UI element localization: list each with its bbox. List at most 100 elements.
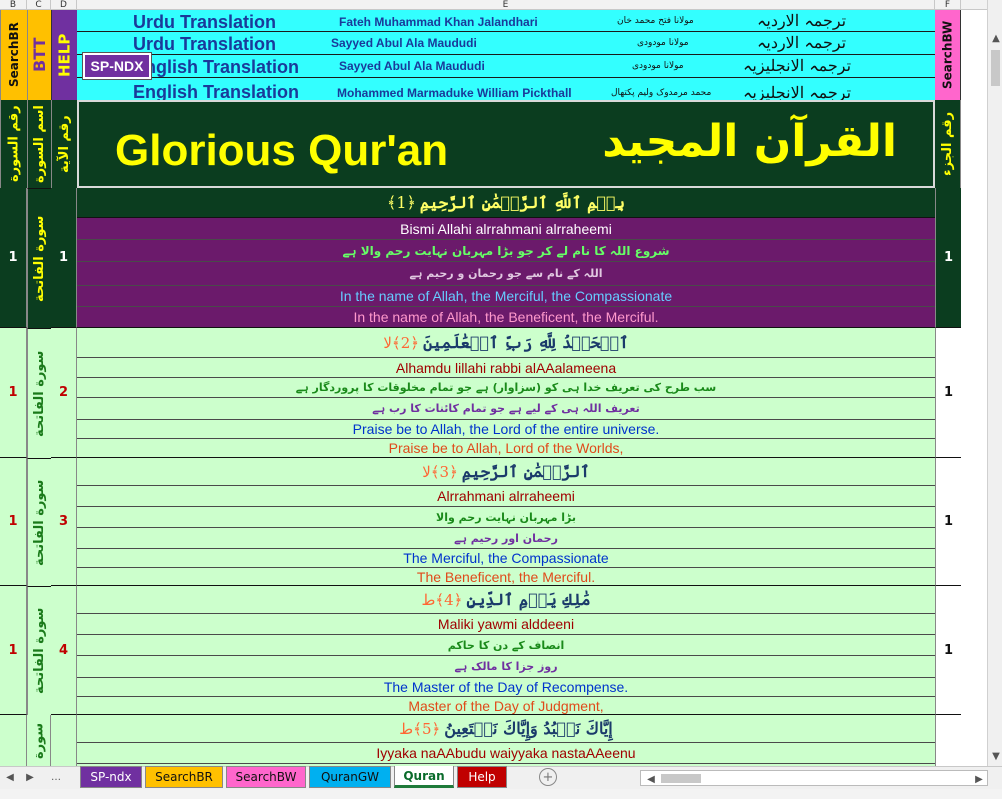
transliteration: Iyyaka naAAbudu waiyyaka nastaAAeenu <box>376 745 636 761</box>
ayah-number-cell[interactable]: 1 <box>51 188 77 328</box>
search-br-label[interactable]: SearchBR <box>0 10 27 100</box>
urdu-translation-2-row[interactable]: روز جزا کا مالک ہے <box>77 656 935 678</box>
hscroll-right-icon[interactable]: ▶ <box>971 771 987 787</box>
vertical-scrollbar[interactable]: ▲ ▼ <box>987 0 1002 766</box>
scroll-thumb[interactable] <box>991 50 1000 86</box>
header-lang-ar: ترجمہ الاردیہ <box>757 11 847 30</box>
tab-sp-ndx[interactable]: SP-ndx <box>80 766 142 788</box>
sp-ndx-button[interactable]: SP-NDX <box>83 53 151 79</box>
verse-block: ٱلرَّحۡمَٰنِ ٱلرَّحِيمِ ﴿3﴾لا Alrrahmani… <box>77 458 935 586</box>
header-translator-ur: محمد مرمدوک ولیم پکتھال <box>611 88 712 98</box>
transliteration-row[interactable]: Maliki yawmi alddeeni <box>77 614 935 635</box>
horizontal-scrollbar[interactable]: ◀ ▶ <box>640 770 988 786</box>
title-banner: Glorious Qur'an القرآن المجيد <box>77 100 935 188</box>
verse-block: بِسۡمِ ٱللَّهِ ٱلرَّحۡمَٰنِ ٱلرَّحِيمِ ﴿… <box>77 188 935 328</box>
arabic-verse: بِسۡمِ ٱللَّهِ ٱلرَّحۡمَٰنِ ٱلرَّحِيمِ <box>419 193 626 212</box>
tab-search-bw[interactable]: SearchBW <box>226 766 306 788</box>
tab-quran[interactable]: Quran <box>394 766 454 788</box>
juz-number-cell[interactable]: 1 <box>935 458 961 586</box>
english-translation-2-row[interactable]: Praise be to Allah, Lord of the Worlds, <box>77 439 935 457</box>
ayah-number-cell[interactable]: 3 <box>51 458 77 586</box>
english-translation-1: Praise be to Allah, the Lord of the enti… <box>352 421 660 437</box>
english-translation-2-row[interactable]: In the name of Allah, the Beneficent, th… <box>77 307 935 327</box>
column-header-f[interactable]: F <box>935 0 961 10</box>
english-translation-2-row[interactable]: The Beneficent, the Merciful. <box>77 568 935 585</box>
arabic-verse-row[interactable]: مَٰلِكِ يَوۡمِ ٱلدِّينِ ﴿4﴾ط <box>77 586 935 614</box>
surah-name-cell[interactable]: سورة <box>27 715 51 766</box>
urdu-translation-2-row[interactable]: تعریف اللہ ہی کے لیے ہے جو تمام کائنات ک… <box>77 398 935 420</box>
translation-header: Urdu Translation Fateh Muhammad Khan Jal… <box>77 10 935 100</box>
verse-block: مَٰلِكِ يَوۡمِ ٱلدِّينِ ﴿4﴾ط Maliki yawm… <box>77 586 935 715</box>
ayah-number-cell[interactable] <box>51 715 77 766</box>
header-lang-ar: ترجمہ الانجلیزیہ <box>743 56 852 75</box>
arabic-verse-row[interactable]: إِيَّاكَ نَعۡبُدُ وَإِيَّاكَ نَسۡتَعِينُ… <box>77 715 935 743</box>
urdu-translation-1: بڑا مہربان نہایت رحم والا <box>436 510 576 524</box>
urdu-translation-2-row[interactable]: اللہ کے نام سے جو رحمان و رحیم ہے <box>77 262 935 286</box>
ayah-number-cell[interactable]: 2 <box>51 328 77 458</box>
tab-search-br[interactable]: SearchBR <box>145 766 223 788</box>
header-translator-en: Sayyed Abul Ala Maududi <box>331 36 477 50</box>
surah-name-cell[interactable]: سورة الفاتحة <box>27 188 51 328</box>
hscroll-left-icon[interactable]: ◀ <box>643 771 659 787</box>
tab-quran-gw[interactable]: QuranGW <box>309 766 391 788</box>
surah-name-cell[interactable]: سورة الفاتحة <box>27 586 51 715</box>
arabic-verse: إِيَّاكَ نَعۡبُدُ وَإِيَّاكَ نَسۡتَعِينُ <box>444 719 613 738</box>
column-header-d[interactable]: D <box>51 0 77 10</box>
column-header-e[interactable]: E <box>77 0 935 10</box>
header-label: English Translation <box>133 82 300 100</box>
surah-name-partial: سورة <box>31 722 47 759</box>
surah-number-cell[interactable]: 1 <box>0 586 27 715</box>
transliteration-row[interactable]: Bismi Allahi alrrahmani alrraheemi <box>77 218 935 240</box>
btt-label[interactable]: BTT <box>27 10 51 100</box>
verse-marker: ﴿4﴾ط <box>421 590 463 609</box>
arabic-verse-row[interactable]: ٱلۡحَمۡدُ لِلَّهِ رَبِّ ٱلۡعَٰلَمِينَ ﴿2… <box>77 328 935 358</box>
transliteration-row[interactable]: Alhamdu lillahi rabbi alAAalameena <box>77 358 935 378</box>
urdu-translation-2: رحمان اور رحیم ہے <box>454 531 558 545</box>
scroll-up-icon[interactable]: ▲ <box>988 30 1002 46</box>
transliteration-row[interactable]: Iyyaka naAAbudu waiyyaka nastaAAeenu <box>77 743 935 764</box>
header-translator-en: Fateh Muhammad Khan Jalandhari <box>339 15 538 29</box>
surah-name-cell[interactable]: سورة الفاتحة <box>27 328 51 458</box>
urdu-translation-1-row[interactable]: سب طرح کی تعریف خدا ہی کو (سزاوار) ہے جو… <box>77 378 935 398</box>
surah-number-cell[interactable]: 1 <box>0 458 27 586</box>
urdu-translation-1-row[interactable]: شروع اللہ کا نام لے کر جو بڑا مہربان نہا… <box>77 240 935 262</box>
english-translation-1-row[interactable]: Praise be to Allah, the Lord of the enti… <box>77 420 935 439</box>
tab-scroll-right-icon[interactable]: ▶ <box>22 769 38 785</box>
title-english: Glorious Qur'an <box>115 126 449 175</box>
tab-more-icon[interactable]: … <box>48 769 64 785</box>
hscroll-thumb[interactable] <box>661 774 701 783</box>
tab-scroll-left-icon[interactable]: ◀ <box>2 769 18 785</box>
english-translation-1-row[interactable]: The Merciful, the Compassionate <box>77 549 935 568</box>
arabic-verse-row[interactable]: بِسۡمِ ٱللَّهِ ٱلرَّحۡمَٰنِ ٱلرَّحِيمِ ﴿… <box>77 188 935 218</box>
surah-number-cell[interactable]: 1 <box>0 188 27 328</box>
urdu-translation-2-row[interactable]: رحمان اور رحیم ہے <box>77 528 935 549</box>
search-bw-label[interactable]: SearchBW <box>935 10 961 100</box>
surah-number-cell[interactable]: 1 <box>0 328 27 458</box>
arabic-verse-row[interactable]: ٱلرَّحۡمَٰنِ ٱلرَّحِيمِ ﴿3﴾لا <box>77 458 935 486</box>
english-translation-2: The Beneficent, the Merciful. <box>416 568 596 585</box>
column-header-b[interactable]: B <box>0 0 27 10</box>
column-header-c[interactable]: C <box>27 0 51 10</box>
surah-name-cell[interactable]: سورة الفاتحة <box>27 458 51 586</box>
ayah-number-cell[interactable]: 4 <box>51 586 77 715</box>
header-translator-ur: مولانا فتح محمد خان <box>617 16 694 26</box>
english-translation-1-row[interactable]: The Master of the Day of Recompense. <box>77 678 935 697</box>
juz-number-cell[interactable]: 1 <box>935 328 961 458</box>
english-translation-1: The Merciful, the Compassionate <box>403 550 609 566</box>
tab-help[interactable]: Help <box>457 766 507 788</box>
urdu-translation-1: شروع اللہ کا نام لے کر جو بڑا مہربان نہا… <box>342 243 670 258</box>
help-label[interactable]: HELP <box>51 10 77 100</box>
transliteration-row[interactable]: Alrrahmani alrraheemi <box>77 486 935 507</box>
english-translation-2: Praise be to Allah, Lord of the Worlds, <box>388 440 624 456</box>
urdu-translation-1-row[interactable]: بڑا مہربان نہایت رحم والا <box>77 507 935 528</box>
add-sheet-icon[interactable]: + <box>539 768 557 786</box>
surah-number-cell[interactable] <box>0 715 27 766</box>
juz-number-cell[interactable]: 1 <box>935 188 961 328</box>
juz-number-cell[interactable] <box>935 715 961 766</box>
urdu-translation-1: سب طرح کی تعریف خدا ہی کو (سزاوار) ہے جو… <box>295 381 717 394</box>
urdu-translation-1-row[interactable]: انصاف کے دن کا حاکم <box>77 635 935 656</box>
scroll-down-icon[interactable]: ▼ <box>988 748 1002 764</box>
english-translation-1-row[interactable]: In the name of Allah, the Merciful, the … <box>77 286 935 307</box>
juz-number-cell[interactable]: 1 <box>935 586 961 715</box>
english-translation-2-row[interactable]: Master of the Day of Judgment, <box>77 697 935 714</box>
